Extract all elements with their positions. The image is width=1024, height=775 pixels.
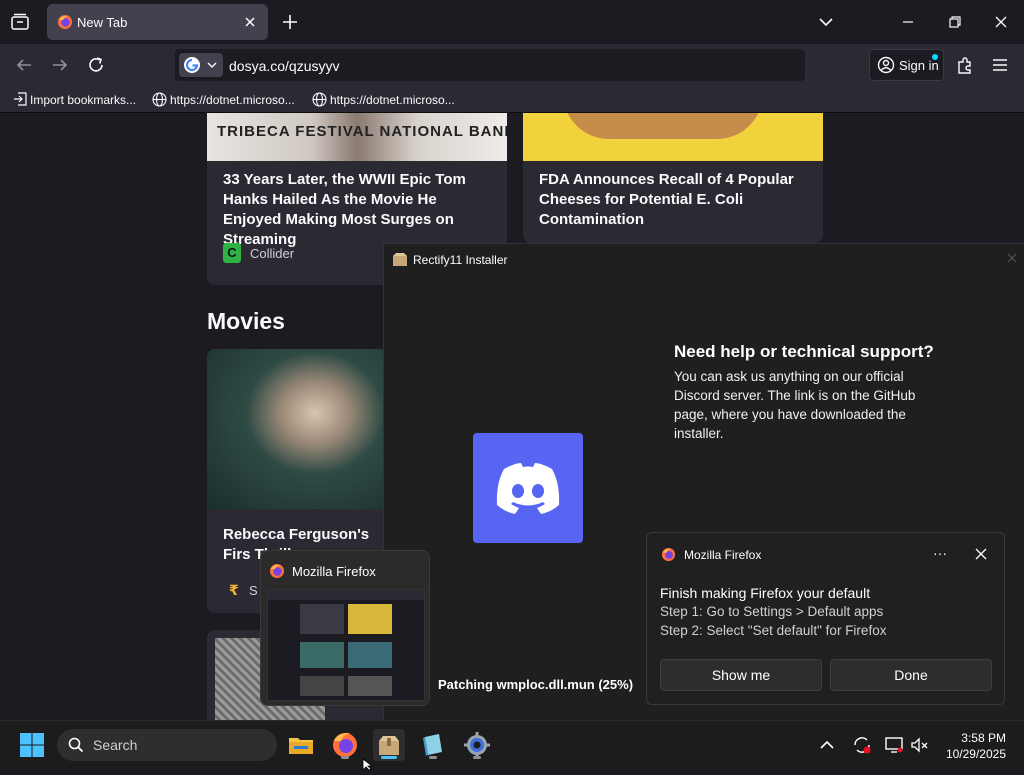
news-headline[interactable]: FDA Announces Recall of 4 Popular Cheese… (539, 170, 811, 230)
navigation-toolbar: dosya.co/qzusyyv Sign in (0, 44, 1024, 86)
help-body: You can ask us anything on our official … (674, 369, 916, 441)
search-icon (68, 737, 84, 758)
thumb-card (300, 642, 344, 668)
bookmark-dotnet-2[interactable]: https://dotnet.microso... (312, 92, 455, 110)
search-label: Search (93, 737, 138, 753)
notification-step-2: Step 2: Select "Set default" for Firefox (660, 623, 887, 638)
news-card-fda-recall[interactable]: FDA Announces Recall of 4 Popular Cheese… (523, 113, 823, 243)
new-tab-plus-icon[interactable] (280, 12, 300, 32)
tab-title: New Tab (77, 15, 128, 30)
extensions-icon[interactable] (953, 53, 977, 77)
minimize-icon[interactable] (896, 10, 920, 34)
tab-new-tab[interactable]: New Tab (47, 4, 268, 40)
chevron-down-icon[interactable] (816, 12, 836, 32)
reload-icon[interactable] (84, 53, 108, 77)
collider-icon: C (223, 243, 241, 263)
news-source: S (249, 583, 258, 598)
firefox-icon (661, 547, 676, 567)
more-options-icon[interactable]: ··· (933, 545, 947, 561)
installer-title: Rectify11 Installer (413, 253, 508, 267)
news-image (523, 113, 823, 161)
google-icon (183, 56, 201, 79)
chevron-down-icon (205, 58, 219, 77)
sign-in-label: Sign in (899, 58, 939, 73)
firefox-default-notification: Mozilla Firefox ··· Finish making Firefo… (646, 532, 1005, 705)
thumb-card (300, 604, 344, 634)
notification-app-name: Mozilla Firefox (684, 548, 762, 562)
restore-icon[interactable] (943, 10, 967, 34)
running-indicator (429, 756, 437, 759)
tab-list-icon[interactable] (8, 10, 32, 34)
globe-icon (312, 92, 327, 110)
taskbar-thumbnail-preview[interactable]: Mozilla Firefox (260, 550, 430, 706)
windows-start-icon[interactable] (16, 729, 48, 761)
firefox-icon (57, 14, 73, 30)
network-icon[interactable] (882, 733, 906, 757)
chevron-up-icon[interactable] (815, 733, 839, 757)
done-button[interactable]: Done (830, 659, 992, 691)
rectify11-installer-taskbar-icon[interactable] (373, 729, 405, 761)
firefox-icon (269, 563, 285, 584)
taskbar-clock[interactable]: 3:58 PM 10/29/2025 (940, 730, 1006, 762)
cheese-plate (563, 113, 763, 139)
section-title-movies: Movies (207, 308, 285, 334)
notification-title: Finish making Firefox your default (660, 585, 871, 601)
clock-time: 3:58 PM (961, 731, 1006, 745)
thumb-toolbar (268, 590, 424, 600)
bookmark-label: Import bookmarks... (30, 93, 137, 107)
tab-strip: New Tab (0, 0, 1024, 44)
sign-in-button[interactable]: Sign in (869, 49, 944, 81)
discord-logo-icon[interactable] (473, 433, 583, 543)
firefox-taskbar-icon[interactable] (329, 729, 361, 761)
thumb-card (348, 642, 392, 668)
back-arrow-icon[interactable] (12, 53, 36, 77)
url-bar[interactable]: dosya.co/qzusyyv (175, 49, 805, 81)
sync-alert-icon[interactable] (850, 733, 874, 757)
close-tab-icon[interactable] (240, 12, 260, 32)
bookmark-import[interactable]: Import bookmarks... (13, 92, 136, 109)
movie-image (207, 349, 387, 509)
news-headline[interactable]: 33 Years Later, the WWII Epic Tom Hanks … (223, 170, 495, 250)
search-engine-button[interactable] (179, 53, 223, 77)
running-indicator (473, 756, 481, 759)
source-icon: ₹ (229, 582, 239, 598)
bookmark-label: https://dotnet.microso... (170, 93, 295, 107)
volume-muted-icon[interactable] (908, 733, 932, 757)
account-icon (877, 56, 895, 79)
thumb-card (348, 676, 392, 696)
notepad-icon[interactable] (417, 729, 449, 761)
bookmark-dotnet-1[interactable]: https://dotnet.microso... (152, 92, 295, 110)
bookmarks-toolbar: Import bookmarks... https://dotnet.micro… (0, 86, 1024, 113)
url-text[interactable]: dosya.co/qzusyyv (229, 58, 340, 74)
help-heading: Need help or technical support? (674, 342, 934, 361)
close-notification-icon[interactable] (974, 547, 988, 566)
clock-date: 10/29/2025 (945, 747, 1006, 761)
preview-title: Mozilla Firefox (292, 564, 376, 579)
news-source: Collider (250, 246, 295, 261)
notification-dot (932, 54, 938, 60)
globe-icon (152, 92, 167, 110)
active-indicator (381, 756, 397, 759)
taskbar-search-box[interactable]: Search (57, 729, 277, 761)
file-explorer-icon[interactable] (285, 729, 317, 761)
running-indicator (341, 756, 349, 759)
windows-taskbar: Search 3:58 PM 10/29/2025 (0, 720, 1024, 768)
mouse-cursor-icon (362, 757, 374, 775)
notification-step-1: Step 1: Go to Settings > Default apps (660, 604, 884, 619)
show-me-button[interactable]: Show me (660, 659, 822, 691)
bookmark-label: https://dotnet.microso... (330, 93, 455, 107)
import-icon (13, 92, 27, 109)
news-image: TRIBECA FESTIVAL NATIONAL BANK (207, 113, 507, 161)
settings-gear-icon[interactable] (461, 729, 493, 761)
installer-close-icon[interactable] (1005, 251, 1019, 270)
forward-arrow-icon[interactable] (48, 53, 72, 77)
patch-status: Patching wmploc.dll.mun (25%) (438, 677, 634, 692)
installer-app-icon (392, 252, 408, 273)
image-overlay-text: TRIBECA FESTIVAL NATIONAL BANK (217, 123, 507, 140)
thumb-card (300, 676, 344, 696)
preview-thumbnail (267, 589, 425, 701)
menu-hamburger-icon[interactable] (988, 53, 1012, 77)
thumb-card (348, 604, 392, 634)
close-window-icon[interactable] (989, 10, 1013, 34)
